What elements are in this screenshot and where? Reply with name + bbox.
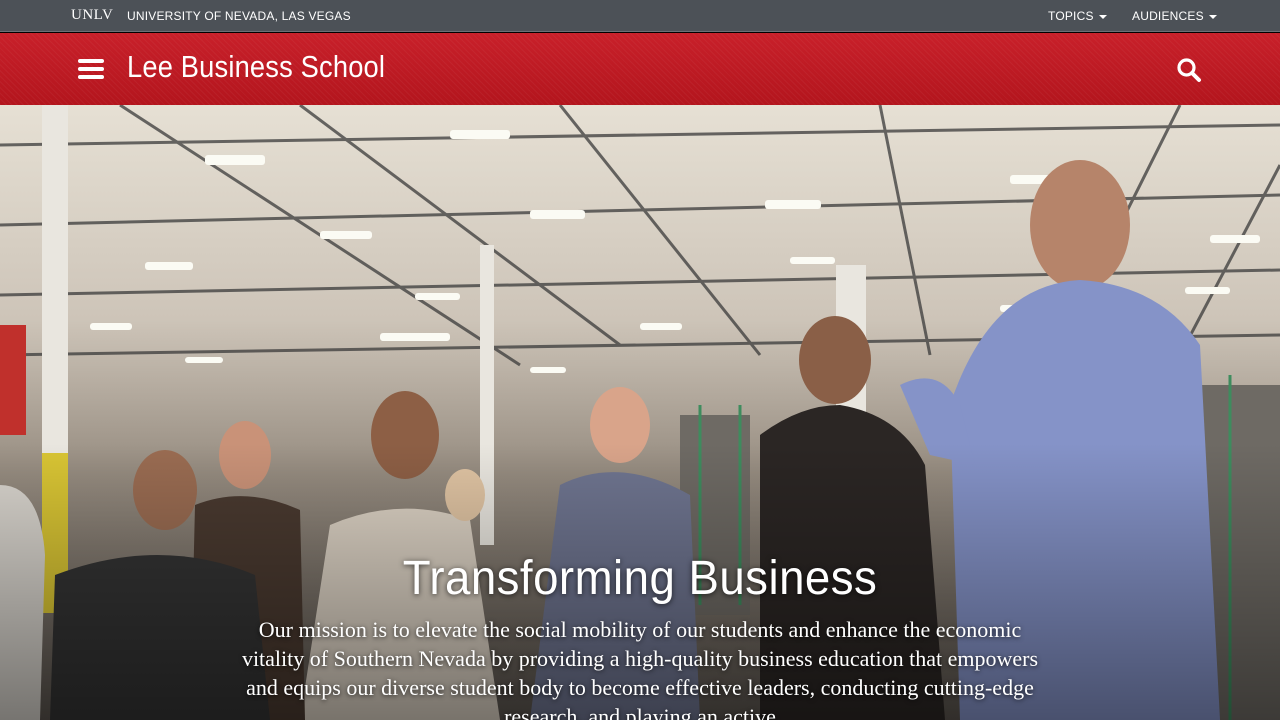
site-header: Lee Business School [0,33,1280,105]
hero-mission-text: Our mission is to elevate the social mob… [241,617,1039,720]
audiences-menu[interactable]: AUDIENCES [1132,9,1217,23]
unlv-logo[interactable]: UNLV [71,7,113,24]
hero-title: Transforming Business [402,552,878,605]
chevron-down-icon [1098,14,1107,19]
chevron-down-icon [1208,14,1217,19]
topics-menu[interactable]: TOPICS [1048,9,1107,23]
hero-banner: Transforming Business Our mission is to … [0,105,1280,720]
hamburger-menu-icon[interactable] [78,59,104,79]
search-icon[interactable] [1176,57,1202,83]
topics-menu-label: TOPICS [1048,9,1094,23]
site-title[interactable]: Lee Business School [127,49,385,85]
utility-bar: UNLV UNIVERSITY OF NEVADA, LAS VEGAS TOP… [0,0,1280,32]
university-name-link[interactable]: UNIVERSITY OF NEVADA, LAS VEGAS [127,9,351,23]
audiences-menu-label: AUDIENCES [1132,9,1204,23]
